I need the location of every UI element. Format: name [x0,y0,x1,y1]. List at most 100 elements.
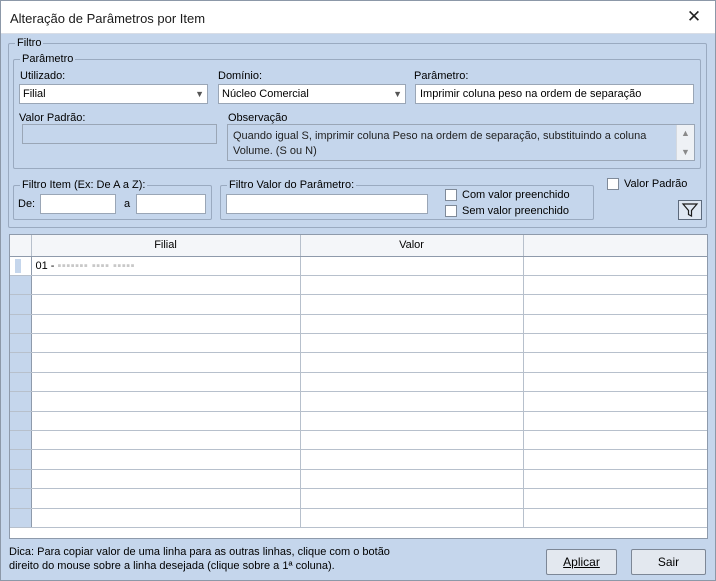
observacao-memo[interactable]: Quando igual S, imprimir coluna Peso na … [227,124,695,161]
cell-filial[interactable] [31,430,301,451]
table-row[interactable] [10,333,707,354]
apply-button[interactable]: Aplicar [546,549,617,575]
row-indicator[interactable] [10,488,32,509]
de-input[interactable] [40,194,116,214]
table-row[interactable] [10,430,707,451]
row-indicator[interactable] [10,411,32,432]
cell-extra[interactable] [523,372,707,393]
observacao-text: Quando igual S, imprimir coluna Peso na … [233,130,647,157]
parametro-value: Imprimir coluna peso na ordem de separaç… [420,88,642,100]
cell-filial[interactable] [31,314,301,335]
sem-valor-checkbox[interactable]: Sem valor preenchido [445,205,569,217]
cell-valor[interactable] [300,411,524,432]
observacao-scrollbar[interactable]: ▲ ▼ [676,125,694,160]
column-header-extra[interactable] [523,235,707,257]
cell-filial[interactable] [31,372,301,393]
column-header-valor[interactable]: Valor [300,235,524,257]
filtro-valor-group-label: Filtro Valor do Parâmetro: [227,179,357,191]
cell-filial[interactable] [31,488,301,509]
table-row[interactable]: 01 - ▪▪▪▪▪▪▪ ▪▪▪▪ ▪▪▪▪▪ [10,256,707,276]
cell-extra[interactable] [523,449,707,470]
cell-extra[interactable] [523,430,707,451]
cell-extra[interactable] [523,411,707,432]
cell-valor[interactable] [300,314,524,335]
table-row[interactable] [10,294,707,315]
cell-filial[interactable] [31,294,301,315]
cell-filial[interactable] [31,352,301,373]
filtro-valor-input[interactable] [226,194,428,214]
table-row[interactable] [10,391,707,412]
checkbox-box[interactable] [445,205,457,217]
dominio-select[interactable]: Núcleo Comercial ▼ [218,84,406,104]
table-row[interactable] [10,411,707,432]
observacao-label: Observação [228,112,288,124]
row-indicator[interactable] [10,449,32,470]
row-indicator[interactable] [10,352,32,373]
checkbox-box[interactable] [607,178,619,190]
close-icon[interactable]: ✕ [683,7,705,29]
cell-filial[interactable] [31,411,301,432]
scroll-up-icon[interactable]: ▲ [677,128,694,138]
chevron-down-icon: ▼ [393,89,402,99]
row-indicator[interactable] [10,333,32,354]
table-row[interactable] [10,469,707,490]
cell-filial[interactable] [31,275,301,296]
parametro-field[interactable]: Imprimir coluna peso na ordem de separaç… [415,84,694,104]
cell-extra[interactable] [523,294,707,315]
row-indicator[interactable] [10,294,32,315]
cell-extra[interactable] [523,352,707,373]
cell-valor[interactable] [300,333,524,354]
cell-filial[interactable] [31,469,301,490]
cell-valor[interactable] [300,469,524,490]
row-indicator[interactable] [10,508,32,528]
row-indicator[interactable] [10,430,32,451]
cell-filial[interactable] [31,508,301,528]
table-row[interactable] [10,488,707,509]
table-row[interactable] [10,314,707,335]
cell-extra[interactable] [523,488,707,509]
table-row[interactable] [10,352,707,373]
utilizado-select[interactable]: Filial ▼ [19,84,208,104]
column-header-filial[interactable]: Filial [31,235,301,257]
valor-padrao-checkbox[interactable]: Valor Padrão [607,178,687,190]
cell-valor[interactable] [300,449,524,470]
com-valor-checkbox[interactable]: Com valor preenchido [445,189,570,201]
cell-extra[interactable] [523,314,707,335]
row-indicator[interactable] [10,275,32,296]
cell-valor[interactable] [300,372,524,393]
exit-button[interactable]: Sair [631,549,706,575]
scroll-down-icon[interactable]: ▼ [677,147,694,157]
cell-valor[interactable] [300,508,524,528]
cell-valor[interactable] [300,430,524,451]
cell-filial[interactable] [31,391,301,412]
checkbox-box[interactable] [445,189,457,201]
cell-valor[interactable] [300,275,524,296]
row-indicator[interactable] [10,256,32,276]
row-indicator[interactable] [10,391,32,412]
cell-valor[interactable] [300,352,524,373]
a-input[interactable] [136,194,206,214]
apply-filter-button[interactable] [678,200,702,220]
row-indicator[interactable] [10,372,32,393]
cell-filial[interactable] [31,333,301,354]
parameters-grid[interactable]: Filial Valor 01 - ▪▪▪▪▪▪▪ ▪▪▪▪ ▪▪▪▪▪ [9,234,708,539]
row-indicator[interactable] [10,314,32,335]
cell-extra[interactable] [523,508,707,528]
cell-filial[interactable]: 01 - ▪▪▪▪▪▪▪ ▪▪▪▪ ▪▪▪▪▪ [31,256,301,276]
cell-extra[interactable] [523,256,707,276]
exit-button-label: Sair [657,555,680,569]
cell-extra[interactable] [523,391,707,412]
table-row[interactable] [10,372,707,393]
table-row[interactable] [10,508,707,528]
cell-valor[interactable] [300,256,524,276]
cell-valor[interactable] [300,294,524,315]
table-row[interactable] [10,275,707,296]
cell-valor[interactable] [300,488,524,509]
table-row[interactable] [10,449,707,470]
row-indicator[interactable] [10,469,32,490]
cell-extra[interactable] [523,275,707,296]
cell-filial[interactable] [31,449,301,470]
cell-extra[interactable] [523,469,707,490]
cell-extra[interactable] [523,333,707,354]
cell-valor[interactable] [300,391,524,412]
